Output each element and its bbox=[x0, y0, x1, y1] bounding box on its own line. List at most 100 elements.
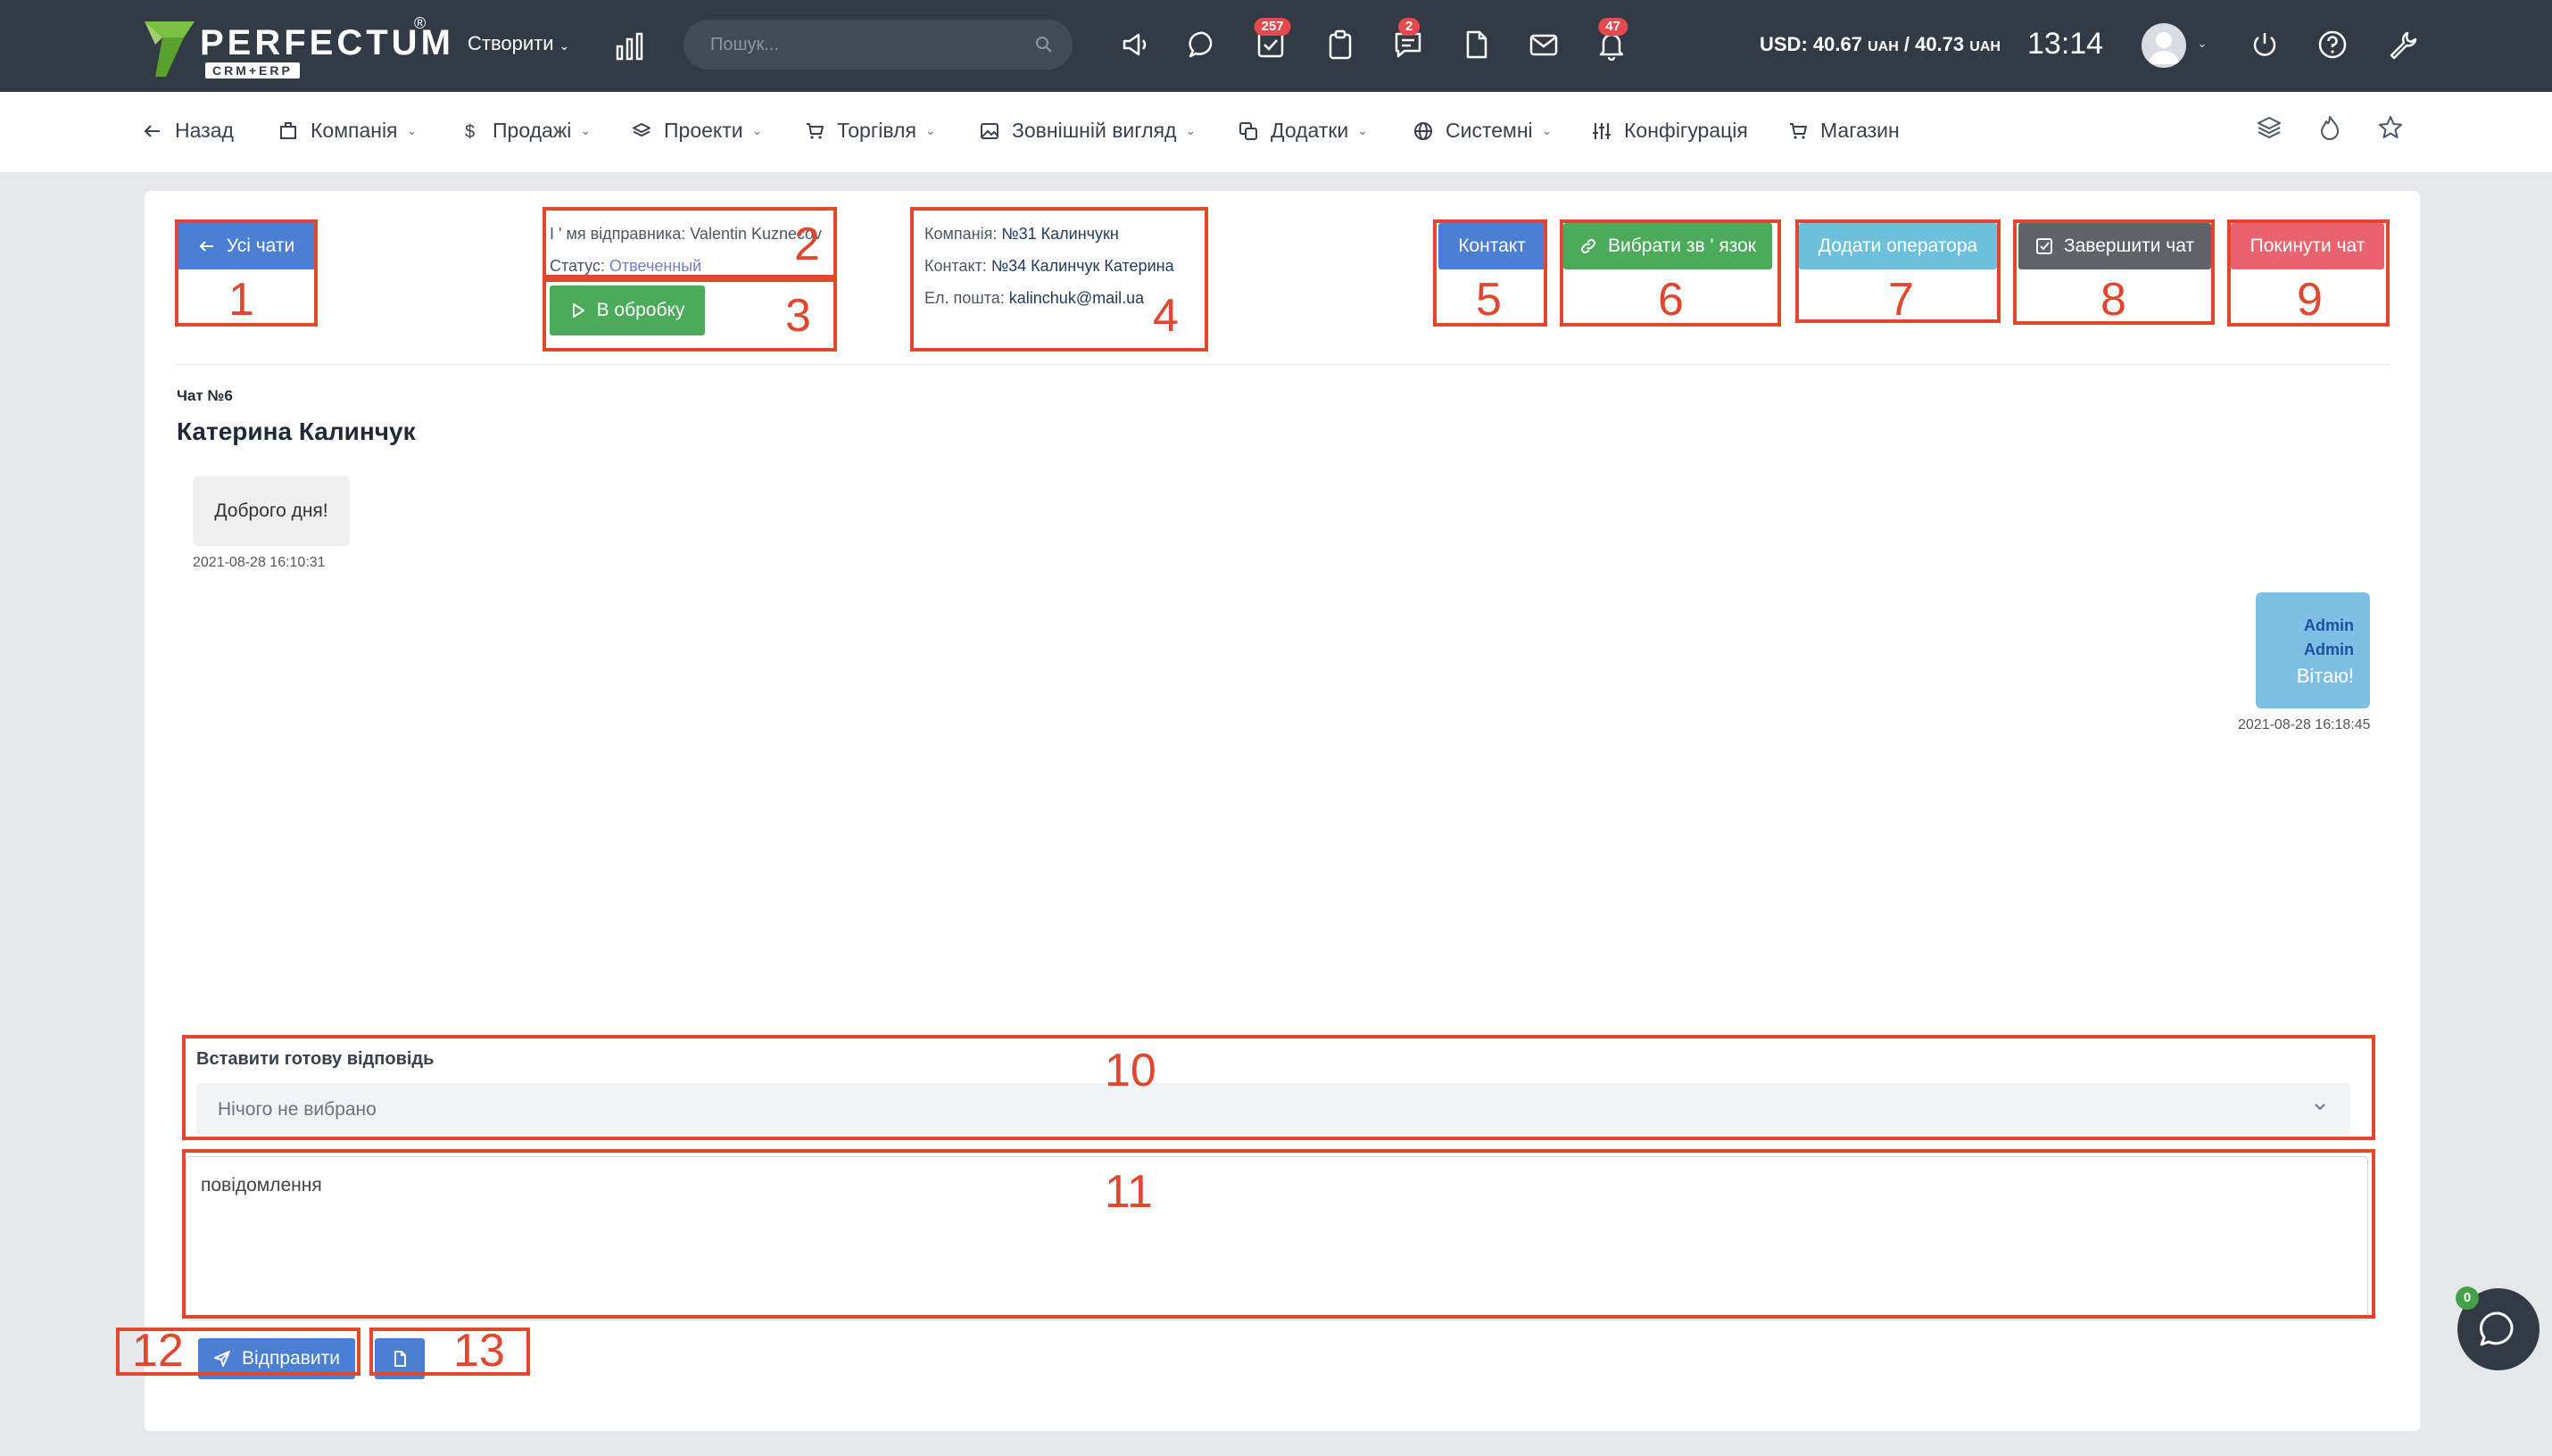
nav-system[interactable]: Системні ⌄ bbox=[1413, 119, 1552, 143]
header-divider bbox=[175, 364, 2390, 365]
megaphone-icon[interactable] bbox=[1119, 29, 1151, 61]
annotation-number-9: 9 bbox=[2297, 274, 2323, 326]
annotation-number-6: 6 bbox=[1658, 274, 1684, 326]
chevron-down-icon: ⌄ bbox=[1357, 123, 1369, 137]
dollar-icon: $ bbox=[465, 122, 475, 141]
incoming-message: Доброго дня! bbox=[193, 476, 350, 546]
copy-icon bbox=[1239, 121, 1257, 140]
currency-unit-1: UAH bbox=[1868, 39, 1899, 54]
annotation-box-1-top bbox=[175, 219, 318, 273]
annotation-number-5: 5 bbox=[1476, 274, 1502, 326]
search-icon[interactable] bbox=[1035, 36, 1053, 54]
power-icon[interactable] bbox=[2249, 29, 2281, 61]
chevron-down-icon: ⌄ bbox=[406, 123, 418, 137]
create-menu[interactable]: Створити ⌄ bbox=[468, 32, 569, 55]
annotation-number-8: 8 bbox=[2100, 274, 2126, 326]
chevron-down-icon: ⌄ bbox=[580, 123, 592, 137]
annotation-number-12: 12 bbox=[132, 1325, 184, 1377]
chevron-down-icon: ⌄ bbox=[559, 38, 570, 53]
logo[interactable]: PERFECTUM ® CRM+ERP bbox=[143, 14, 451, 80]
search-bar bbox=[684, 20, 1073, 70]
chevron-down-icon[interactable]: ⌄ bbox=[2197, 36, 2208, 51]
bar-chart-icon[interactable] bbox=[614, 30, 646, 62]
nav-trade-label: Торгівля bbox=[837, 119, 916, 142]
outgoing-message-text: Вітаю! bbox=[2296, 665, 2354, 687]
tasks-badge: 257 bbox=[1254, 18, 1291, 36]
annotation-number-2: 2 bbox=[794, 219, 820, 270]
annotation-box-13 bbox=[369, 1328, 530, 1376]
chat-button[interactable]: 2 bbox=[1392, 18, 1424, 61]
nav-projects-label: Проекти bbox=[664, 119, 743, 142]
clock: 13:14 bbox=[2027, 27, 2104, 61]
currency-prefix: USD: 40.67 bbox=[1760, 33, 1862, 55]
cart-icon bbox=[807, 122, 824, 139]
star-icon[interactable] bbox=[2377, 114, 2404, 141]
cart-icon bbox=[1790, 122, 1807, 139]
annotation-number-10: 10 bbox=[1105, 1045, 1156, 1096]
building-icon bbox=[280, 121, 296, 139]
nav-config[interactable]: Конфігурація bbox=[1592, 119, 1748, 143]
notifications-badge: 47 bbox=[1598, 18, 1628, 36]
outgoing-message-time: 2021-08-28 16:18:45 bbox=[2238, 717, 2371, 732]
annotation-number-3: 3 bbox=[785, 290, 811, 342]
chevron-down-icon: ⌄ bbox=[924, 123, 936, 137]
annotation-number-4: 4 bbox=[1153, 290, 1179, 342]
user-avatar-icon bbox=[2149, 32, 2179, 64]
globe-icon bbox=[1414, 121, 1432, 140]
chevron-down-icon: ⌄ bbox=[751, 123, 763, 137]
tasks-button[interactable]: 257 bbox=[1254, 18, 1291, 61]
nav-sales-label: Продажі bbox=[493, 119, 572, 142]
annotation-number-13: 13 bbox=[453, 1325, 505, 1377]
nav-projects[interactable]: Проекти ⌄ bbox=[632, 119, 762, 143]
nav-addons[interactable]: Додатки ⌄ bbox=[1239, 119, 1368, 143]
outgoing-message: Admin Admin Вітаю! bbox=[2256, 592, 2370, 708]
currency-unit-2: UAH bbox=[1969, 39, 2001, 54]
message-circle-icon[interactable] bbox=[1187, 29, 1219, 61]
nav-appearance[interactable]: Зовнішній вигляд ⌄ bbox=[980, 119, 1196, 143]
nav-config-label: Конфігурація bbox=[1624, 119, 1748, 142]
annotation-number-11: 11 bbox=[1105, 1166, 1153, 1218]
nav-company[interactable]: Компанія ⌄ bbox=[278, 119, 417, 143]
avatar[interactable] bbox=[2142, 23, 2186, 68]
nav-sales[interactable]: $ Продажі ⌄ bbox=[460, 119, 591, 143]
file-icon[interactable] bbox=[1460, 29, 1492, 61]
outgoing-author: Admin bbox=[2304, 616, 2354, 634]
wrench-icon[interactable] bbox=[2386, 29, 2418, 61]
clipboard-icon[interactable] bbox=[1324, 29, 1356, 61]
nav-back[interactable]: Назад bbox=[143, 119, 234, 143]
nav-back-label: Назад bbox=[175, 119, 234, 142]
chevron-down-icon: ⌄ bbox=[1541, 123, 1553, 137]
mail-icon[interactable] bbox=[1528, 29, 1560, 61]
nav-addons-label: Додатки bbox=[1271, 119, 1349, 142]
flame-icon[interactable] bbox=[2316, 114, 2343, 141]
nav-system-label: Системні bbox=[1446, 119, 1533, 142]
annotation-box-11 bbox=[182, 1149, 2375, 1319]
top-bar: PERFECTUM ® CRM+ERP Створити ⌄ 257 bbox=[0, 0, 2552, 92]
nav-company-label: Компанія bbox=[311, 119, 398, 142]
search-input[interactable] bbox=[710, 20, 1005, 70]
sliders-icon bbox=[1593, 122, 1611, 139]
nav-trade[interactable]: Торгівля ⌄ bbox=[805, 119, 936, 143]
chat-widget-count: 0 bbox=[2456, 1286, 2479, 1310]
svg-text:$: $ bbox=[465, 122, 475, 141]
notifications-button[interactable]: 47 bbox=[1595, 18, 1628, 62]
currency-mid: / 40.73 bbox=[1898, 33, 1965, 55]
logo-registered: ® bbox=[414, 14, 427, 32]
create-label: Створити bbox=[468, 32, 554, 54]
nav-appearance-label: Зовнішній вигляд bbox=[1012, 119, 1177, 142]
image-icon bbox=[981, 122, 998, 139]
arrow-left-icon bbox=[144, 124, 160, 137]
chat-title: Катерина Калинчук bbox=[177, 418, 416, 445]
chat-number: Чат №6 bbox=[177, 387, 233, 404]
outgoing-author-2: Admin bbox=[2304, 641, 2354, 658]
chat-widget-button[interactable]: 0 bbox=[2456, 1286, 2540, 1370]
help-icon[interactable] bbox=[2316, 29, 2349, 61]
logo-mark-icon bbox=[145, 21, 195, 77]
annotation-box-2 bbox=[543, 207, 837, 278]
layers-icon[interactable] bbox=[2256, 114, 2283, 141]
nav-shop-label: Магазин bbox=[1820, 119, 1900, 142]
annotation-number-1: 1 bbox=[228, 274, 254, 326]
chat-badge: 2 bbox=[1398, 18, 1421, 36]
incoming-message-time: 2021-08-28 16:10:31 bbox=[193, 555, 326, 570]
nav-shop[interactable]: Магазин bbox=[1788, 119, 1900, 143]
